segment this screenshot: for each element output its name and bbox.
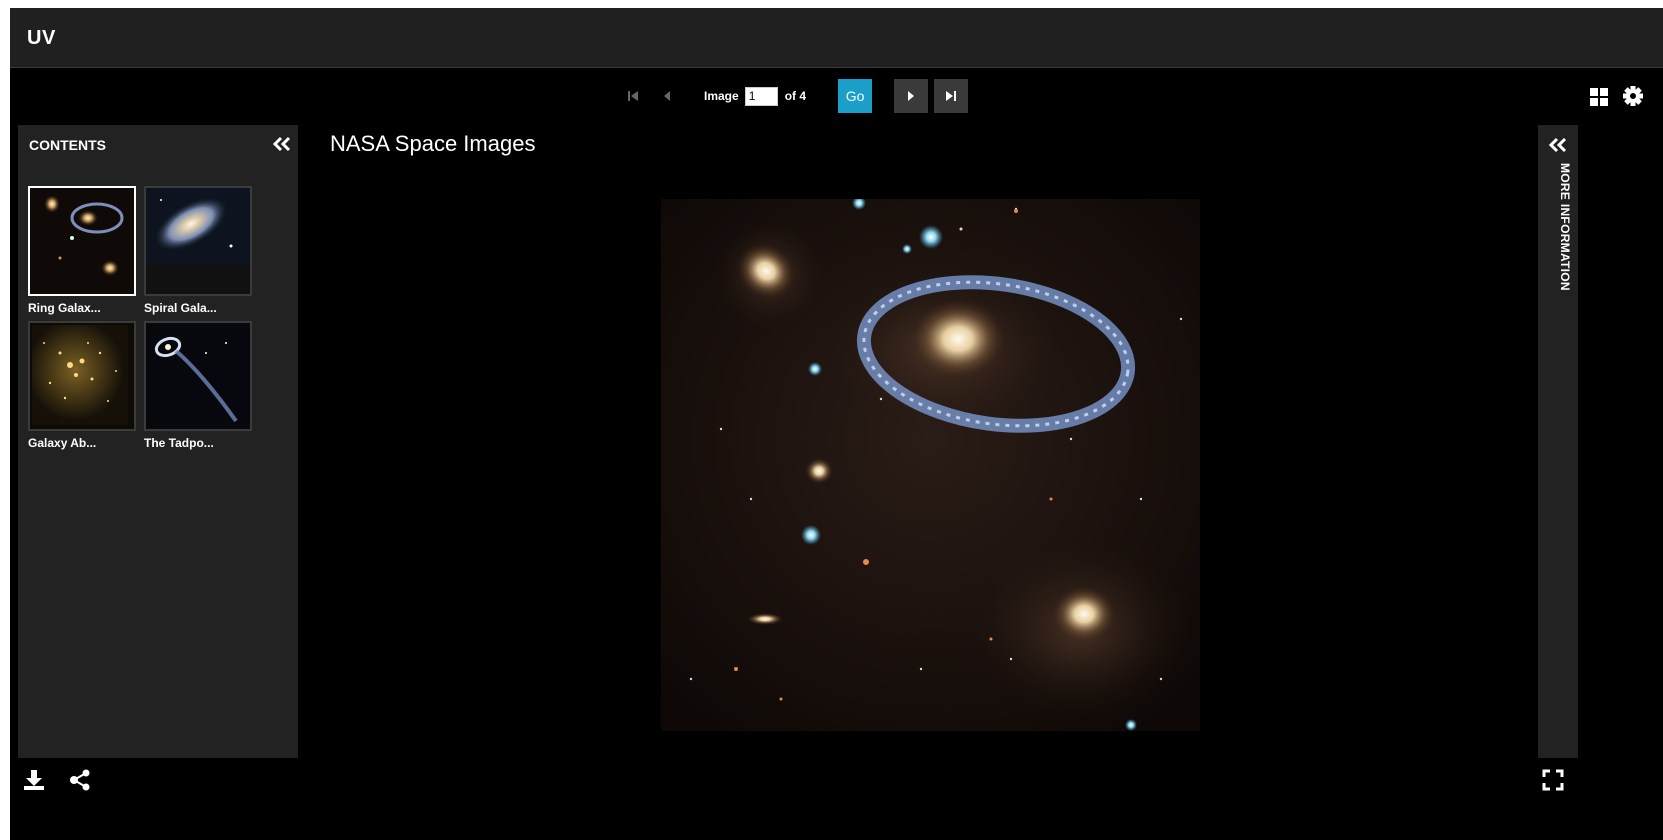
app-title: UV	[27, 27, 56, 49]
share-icon	[70, 769, 90, 791]
thumbnail-spiral-galaxy[interactable]: Spiral Gala...	[144, 186, 252, 315]
thumbnail-label: Ring Galax...	[28, 301, 101, 315]
page-count-label: of 4	[784, 89, 807, 103]
thumbnail-galaxy-cluster[interactable]: Galaxy Ab...	[28, 321, 136, 450]
main-image[interactable]	[661, 199, 1200, 731]
thumbnail-image	[28, 186, 136, 296]
thumbnail-label: Galaxy Ab...	[28, 436, 97, 450]
last-page-icon	[946, 91, 957, 101]
thumbnail-ring-galaxy[interactable]: Ring Galax...	[28, 186, 136, 315]
previous-page-icon	[664, 91, 670, 101]
previous-page-button[interactable]	[654, 83, 680, 109]
document-title: NASA Space Images	[330, 131, 536, 156]
thumbnail-tadpole-galaxy[interactable]: The Tadpo...	[144, 321, 252, 450]
thumbnail-label: The Tadpo...	[144, 436, 214, 450]
collapse-contents-button[interactable]	[272, 134, 292, 154]
paging-toolbar: Image of 4 Go	[10, 69, 1663, 122]
go-button[interactable]: Go	[838, 79, 873, 113]
fullscreen-button[interactable]	[1542, 769, 1564, 791]
grid-view-button[interactable]	[1589, 87, 1609, 107]
image-label: Image	[704, 89, 739, 103]
more-information-label: MORE INFORMATION	[1558, 163, 1572, 291]
download-button[interactable]	[22, 769, 46, 791]
next-page-button[interactable]	[894, 79, 929, 113]
share-button[interactable]	[68, 769, 92, 791]
grid-view-icon	[1590, 88, 1608, 106]
main-viewer: NASA Space Images	[300, 125, 1540, 758]
thumbnail-label: Spiral Gala...	[144, 301, 217, 315]
last-page-button[interactable]	[934, 79, 969, 113]
settings-button[interactable]	[1622, 85, 1644, 107]
page-number-input[interactable]	[744, 86, 778, 106]
download-icon	[24, 770, 44, 790]
next-page-icon	[908, 91, 915, 101]
thumbnail-image	[144, 186, 252, 296]
first-page-icon	[628, 91, 638, 101]
thumbnail-image	[28, 321, 136, 431]
fullscreen-icon	[1542, 769, 1564, 791]
footer-bar	[10, 760, 1663, 798]
more-information-panel[interactable]: MORE INFORMATION	[1538, 125, 1578, 758]
gear-icon	[1623, 86, 1643, 106]
thumbnail-image	[144, 321, 252, 431]
collapse-right-icon	[1548, 137, 1567, 153]
viewer-app: UV Image of 4 Go	[10, 8, 1663, 840]
header-bar: UV	[10, 8, 1663, 68]
collapse-left-icon	[272, 136, 291, 152]
contents-title: CONTENTS	[29, 137, 106, 153]
contents-panel: CONTENTS Ring Galax... Spiral Gala... Ga…	[18, 125, 298, 758]
first-page-button[interactable]	[620, 83, 646, 109]
expand-more-information-button[interactable]	[1548, 135, 1568, 155]
pager: Image of 4 Go	[620, 79, 969, 113]
